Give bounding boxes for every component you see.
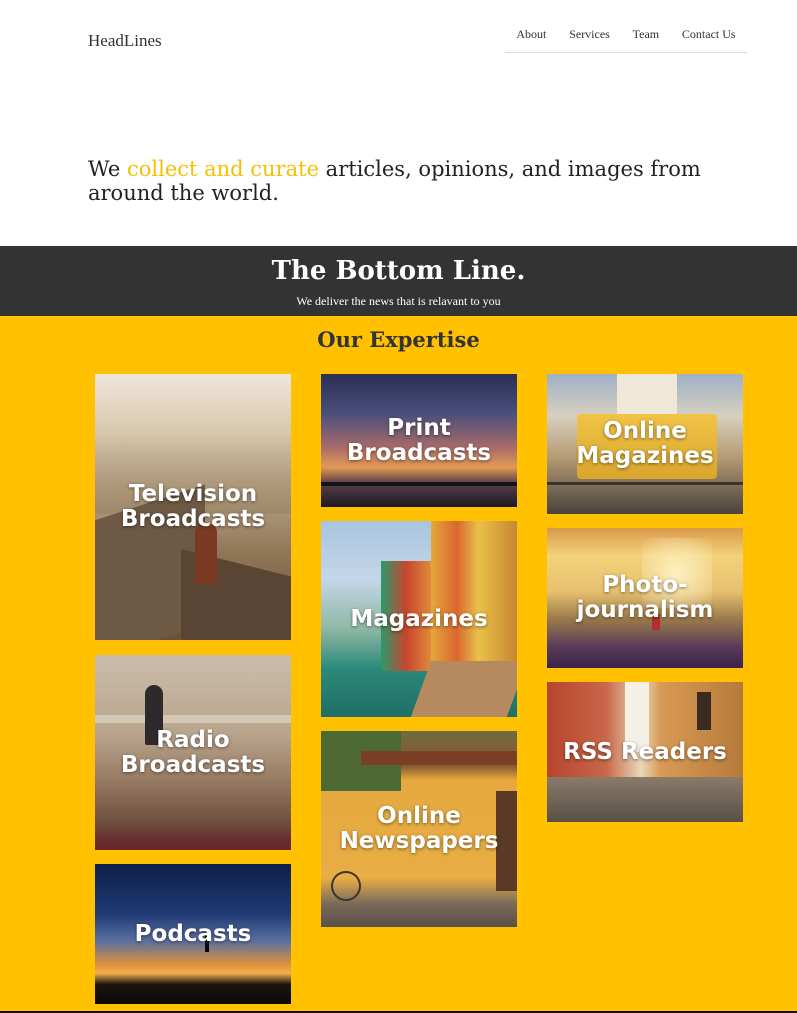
nav-about[interactable]: About [516,27,546,42]
tile-online-newspapers[interactable]: Online Newspapers [321,731,517,927]
tile-label: RSS Readers [563,738,727,765]
tile-label: Online Magazines [576,418,714,469]
tile-radio-broadcasts[interactable]: Radio Broadcasts [95,655,291,850]
tile-label: Podcasts [134,920,252,947]
tile-photo-journalism[interactable]: Photo-journalism [547,528,743,668]
expertise-section: Our Expertise Television Broadcasts Radi… [0,316,797,1013]
hero-highlight: collect and curate [126,157,319,181]
expertise-title: Our Expertise [317,327,480,352]
tile-label: Photo-journalism [576,572,714,623]
tile-television-broadcasts[interactable]: Television Broadcasts [95,374,291,640]
tile-label: Print Broadcasts [346,414,492,466]
tile-label: Magazines [350,605,488,632]
tile-label: Radio Broadcasts [120,726,266,778]
nav-services[interactable]: Services [569,27,610,42]
tile-label: Online Newspapers [339,803,499,854]
nav-team[interactable]: Team [633,27,659,42]
tile-rss-readers[interactable]: RSS Readers [547,682,743,822]
tile-online-magazines[interactable]: Online Magazines [547,374,743,514]
site-logo[interactable]: HeadLines [88,31,162,51]
band-subtitle: We deliver the news that is relavant to … [296,294,501,308]
main-nav: About Services Team Contact Us [505,24,747,53]
bottom-line-band: The Bottom Line. We deliver the news tha… [0,246,797,316]
hero-text-start: We [88,157,127,181]
tile-label: Television Broadcasts [120,481,266,532]
hero-statement: We collect and curate articles, opinions… [88,157,728,205]
tile-podcasts[interactable]: Podcasts [95,864,291,1004]
band-title: The Bottom Line. [271,256,526,286]
tile-print-broadcasts[interactable]: Print Broadcasts [321,374,517,507]
nav-contact-us[interactable]: Contact Us [682,27,736,42]
tile-magazines[interactable]: Magazines [321,521,517,717]
